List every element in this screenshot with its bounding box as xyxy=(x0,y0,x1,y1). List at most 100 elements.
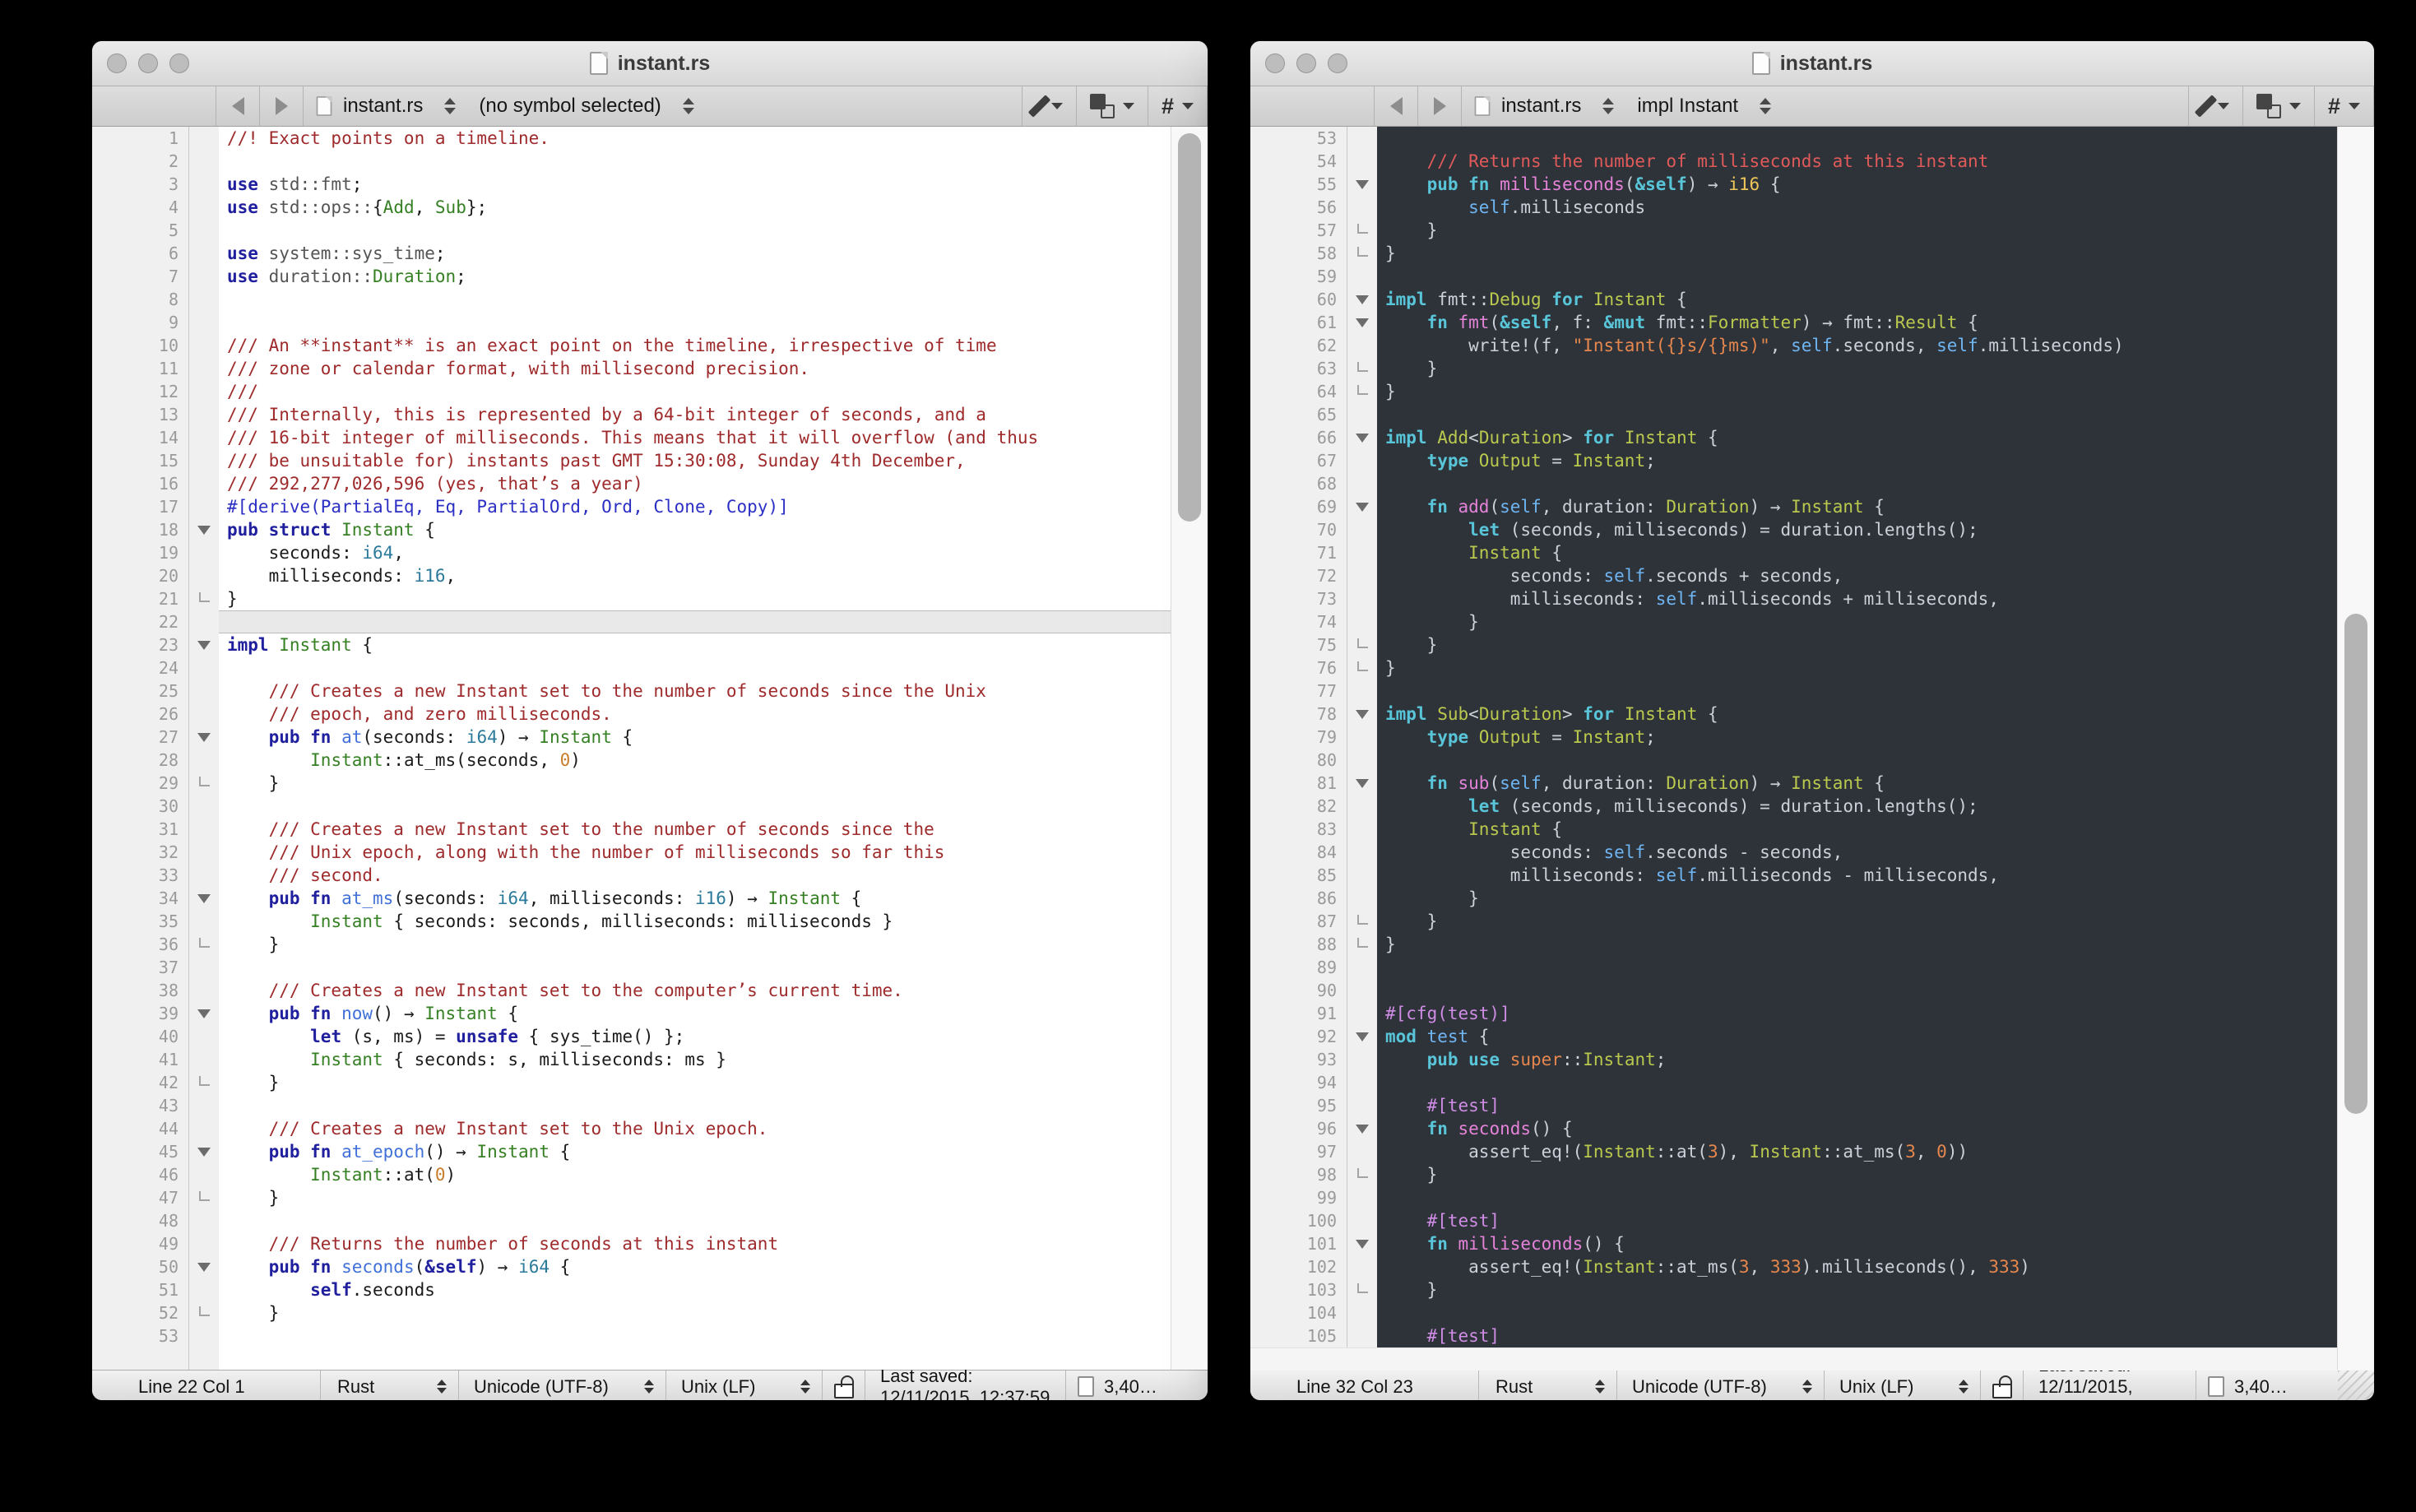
title-bar[interactable]: instant.rs xyxy=(92,41,1208,86)
fold-open-icon[interactable] xyxy=(197,894,211,903)
symbol-list-button[interactable]: # xyxy=(2315,86,2373,126)
encoding-selector[interactable]: Unicode (UTF-8) xyxy=(1617,1371,1825,1400)
minimize-button[interactable] xyxy=(138,53,158,73)
close-button[interactable] xyxy=(107,53,127,73)
symbol-dropdown[interactable]: (no symbol selected) xyxy=(467,86,705,126)
forward-button[interactable] xyxy=(260,86,303,126)
fold-close-icon[interactable] xyxy=(199,592,210,602)
fold-close-icon[interactable] xyxy=(1357,661,1368,671)
fold-open-icon[interactable] xyxy=(1356,295,1369,304)
fold-open-icon[interactable] xyxy=(197,1009,211,1018)
fold-cell[interactable] xyxy=(189,1071,219,1094)
file-dropdown[interactable]: instant.rs xyxy=(304,86,467,126)
fold-cell[interactable] xyxy=(1347,1278,1377,1301)
bundle-actions-button[interactable] xyxy=(2189,86,2242,126)
symbol-list-button[interactable]: # xyxy=(1148,86,1207,126)
line-ending-selector[interactable]: Unix (LF) xyxy=(1825,1371,1981,1400)
close-button[interactable] xyxy=(1265,53,1285,73)
fold-cell[interactable] xyxy=(1347,772,1377,795)
fold-open-icon[interactable] xyxy=(1356,1032,1369,1041)
zoom-button[interactable] xyxy=(169,53,189,73)
fold-cell[interactable] xyxy=(1347,311,1377,334)
file-dropdown[interactable]: instant.rs xyxy=(1462,86,1625,126)
fold-open-icon[interactable] xyxy=(1356,503,1369,512)
write-lock-toggle[interactable] xyxy=(823,1371,865,1400)
fold-close-icon[interactable] xyxy=(1357,247,1368,257)
fold-close-icon[interactable] xyxy=(1357,385,1368,395)
layout-actions-button[interactable] xyxy=(2243,86,2314,126)
resize-grip-icon[interactable] xyxy=(2338,1371,2374,1400)
zoom-button[interactable] xyxy=(1328,53,1347,73)
back-button[interactable] xyxy=(1375,86,1417,126)
encoding-selector[interactable]: Unicode (UTF-8) xyxy=(459,1371,666,1400)
fold-cell[interactable] xyxy=(189,1301,219,1324)
code-area[interactable]: //! Exact points on a timeline.use std::… xyxy=(219,127,1208,1370)
fold-cell[interactable] xyxy=(1347,656,1377,679)
fold-open-icon[interactable] xyxy=(1356,779,1369,788)
fold-cell[interactable] xyxy=(189,633,219,656)
back-button[interactable] xyxy=(216,86,259,126)
fold-cell[interactable] xyxy=(189,1002,219,1025)
fold-close-icon[interactable] xyxy=(1357,638,1368,648)
fold-cell[interactable] xyxy=(1347,380,1377,403)
fold-cell[interactable] xyxy=(1347,1232,1377,1255)
fold-cell[interactable] xyxy=(1347,1163,1377,1186)
symbol-dropdown[interactable]: impl Instant xyxy=(1625,86,1783,126)
fold-close-icon[interactable] xyxy=(199,1191,210,1201)
fold-open-icon[interactable] xyxy=(1356,710,1369,719)
scrollbar-thumb[interactable] xyxy=(2344,614,2367,1114)
title-bar[interactable]: instant.rs xyxy=(1250,41,2374,86)
fold-cell[interactable] xyxy=(1347,910,1377,933)
fold-cell[interactable] xyxy=(189,726,219,749)
fold-cell[interactable] xyxy=(1347,173,1377,196)
fold-open-icon[interactable] xyxy=(1356,1125,1369,1134)
fold-open-icon[interactable] xyxy=(1356,1240,1369,1249)
fold-open-icon[interactable] xyxy=(1356,318,1369,327)
fold-close-icon[interactable] xyxy=(199,938,210,948)
fold-cell[interactable] xyxy=(1347,357,1377,380)
fold-cell[interactable] xyxy=(189,772,219,795)
fold-cell[interactable] xyxy=(189,1186,219,1209)
fold-cell[interactable] xyxy=(189,518,219,541)
horizontal-scrollbar-track[interactable] xyxy=(1250,1347,2374,1371)
fold-cell[interactable] xyxy=(189,1140,219,1163)
fold-cell[interactable] xyxy=(189,933,219,956)
vertical-scrollbar[interactable] xyxy=(1171,127,1208,1370)
fold-close-icon[interactable] xyxy=(199,1076,210,1086)
fold-cell[interactable] xyxy=(189,1255,219,1278)
fold-cell[interactable] xyxy=(1347,1025,1377,1048)
scrollbar-thumb[interactable] xyxy=(1178,133,1201,522)
vertical-scrollbar[interactable] xyxy=(2337,127,2374,1370)
language-selector[interactable]: Rust xyxy=(321,1371,459,1400)
fold-cell[interactable] xyxy=(1347,242,1377,265)
fold-open-icon[interactable] xyxy=(1356,180,1369,189)
fold-close-icon[interactable] xyxy=(1357,224,1368,234)
fold-open-icon[interactable] xyxy=(197,641,211,650)
code-area[interactable]: /// Returns the number of milliseconds a… xyxy=(1377,127,2374,1347)
fold-close-icon[interactable] xyxy=(1357,938,1368,948)
fold-cell[interactable] xyxy=(1347,933,1377,956)
layout-actions-button[interactable] xyxy=(1077,86,1148,126)
language-selector[interactable]: Rust xyxy=(1479,1371,1617,1400)
fold-open-icon[interactable] xyxy=(197,1263,211,1272)
forward-button[interactable] xyxy=(1418,86,1461,126)
fold-open-icon[interactable] xyxy=(1356,434,1369,443)
line-ending-selector[interactable]: Unix (LF) xyxy=(666,1371,823,1400)
fold-close-icon[interactable] xyxy=(199,777,210,786)
fold-open-icon[interactable] xyxy=(197,733,211,742)
fold-cell[interactable] xyxy=(1347,426,1377,449)
fold-cell[interactable] xyxy=(1347,1117,1377,1140)
fold-cell[interactable] xyxy=(1347,633,1377,656)
fold-close-icon[interactable] xyxy=(1357,1168,1368,1178)
bundle-actions-button[interactable] xyxy=(1023,86,1076,126)
fold-cell[interactable] xyxy=(189,587,219,610)
fold-close-icon[interactable] xyxy=(1357,362,1368,372)
fold-cell[interactable] xyxy=(1347,219,1377,242)
minimize-button[interactable] xyxy=(1296,53,1316,73)
fold-close-icon[interactable] xyxy=(1357,915,1368,925)
fold-cell[interactable] xyxy=(1347,288,1377,311)
fold-close-icon[interactable] xyxy=(1357,1283,1368,1293)
fold-open-icon[interactable] xyxy=(197,526,211,535)
write-lock-toggle[interactable] xyxy=(1981,1371,2024,1400)
fold-open-icon[interactable] xyxy=(197,1148,211,1157)
